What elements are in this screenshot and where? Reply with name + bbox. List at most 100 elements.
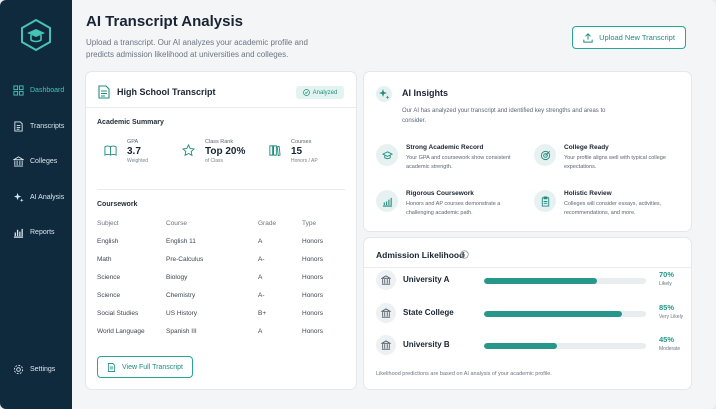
insight-title: College Ready [564, 144, 609, 151]
book-icon [104, 145, 117, 156]
courses-label: Courses [291, 139, 312, 145]
insight-title: Holistic Review [564, 190, 612, 197]
courses-stat: Courses 15 Honors / AP [268, 139, 318, 179]
document-icon [107, 362, 116, 372]
likelihood-bar [484, 311, 646, 317]
sidebar-item-label: Dashboard [30, 86, 65, 94]
ai-insights-card: AI Insights Our AI has analyzed your tra… [364, 72, 691, 231]
view-full-transcript-label: View Full Transcript [122, 363, 183, 371]
column-header-course: Course [166, 220, 187, 227]
likelihood-label: Moderate [659, 346, 681, 352]
likelihood-label: Very Likely [659, 314, 684, 320]
ai-insights-title: AI Insights [402, 88, 449, 98]
likelihood-percent: 45% [659, 335, 675, 344]
building-icon [376, 303, 396, 323]
building-icon [376, 335, 396, 355]
status-text: Analyzed [312, 89, 338, 96]
star-icon [182, 144, 195, 157]
transcript-title: High School Transcript [117, 87, 216, 97]
sidebar-item-reports[interactable]: Reports [0, 219, 72, 245]
insight-text: Honors and AP courses demonstrate a chal… [406, 201, 501, 216]
likelihood-percent: 70% [659, 270, 675, 279]
sidebar-item-colleges[interactable]: Colleges [0, 148, 72, 174]
logo-icon [21, 18, 51, 52]
sidebar-item-dashboard[interactable]: Dashboard [0, 77, 72, 103]
admission-footnote: Likelihood predictions are based on AI a… [376, 371, 552, 377]
gear-icon [13, 364, 24, 374]
table-cell: Science [97, 274, 121, 281]
table-cell: Honors [302, 274, 323, 281]
insight-title: Strong Academic Record [406, 144, 484, 151]
table-cell: Honors [302, 238, 323, 245]
university-name: University A [403, 275, 450, 284]
insight-text: Your GPA and coursework show consistent … [406, 155, 511, 170]
sidebar-item-label: Colleges [30, 157, 58, 165]
table-cell: Honors [302, 310, 323, 317]
university-row: University B 45% Moderate [376, 335, 681, 357]
class-rank-label: Class Rank [205, 139, 234, 145]
building-icon [13, 155, 24, 167]
table-cell: Honors [302, 256, 323, 263]
clipboard-icon [534, 190, 556, 212]
table-cell: A [258, 238, 263, 245]
gpa-value: 3.7 [127, 146, 141, 157]
trend-chart-icon [376, 190, 398, 212]
table-cell: A [258, 328, 263, 335]
check-circle-icon [302, 89, 310, 96]
table-cell: A- [258, 292, 265, 299]
likelihood-label: Likely [659, 281, 672, 287]
table-cell: A- [258, 256, 265, 263]
sidebar: Dashboard Transcripts Colleges AI Analys… [0, 0, 72, 409]
table-cell: Biology [166, 274, 188, 281]
academic-summary-label: Academic Summary [97, 119, 164, 126]
status-badge: Analyzed [296, 86, 344, 99]
target-icon [534, 144, 556, 166]
sidebar-item-label: Reports [30, 228, 55, 236]
app-window: Dashboard Transcripts Colleges AI Analys… [0, 0, 716, 409]
building-icon [376, 270, 396, 290]
insight-title: Rigorous Coursework [406, 190, 474, 197]
likelihood-bar-fill [484, 311, 622, 317]
view-full-transcript-button[interactable]: View Full Transcript [97, 356, 193, 378]
gpa-label: GPA [127, 139, 139, 145]
likelihood-percent: 85% [659, 303, 675, 312]
sidebar-item-transcripts[interactable]: Transcripts [0, 113, 72, 139]
ai-insights-description: Our AI has analyzed your transcript and … [402, 108, 606, 124]
class-rank-stat: Class Rank Top 20% of Class [182, 139, 245, 179]
dashboard-icon [13, 84, 24, 96]
transcript-card: High School Transcript Analyzed Academic… [86, 72, 356, 389]
gpa-sub: Weighted [127, 158, 149, 164]
courses-value: 15 [291, 146, 303, 157]
university-name: University B [403, 340, 450, 349]
table-cell: English 11 [166, 238, 196, 245]
courses-sub: Honors / AP [291, 158, 318, 164]
document-icon [14, 120, 23, 132]
column-header-subject: Subject [97, 220, 119, 227]
info-icon[interactable] [460, 250, 469, 259]
table-cell: Pre-Calculus [166, 256, 204, 263]
university-row: University A 70% Likely [376, 270, 681, 292]
table-cell: Social Studies [97, 310, 139, 317]
sparkle-icon [376, 86, 392, 102]
sidebar-item-ai-analysis[interactable]: AI Analysis [0, 184, 72, 210]
table-cell: Math [97, 256, 112, 263]
university-row: State College 85% Very Likely [376, 303, 684, 325]
upload-transcript-button[interactable]: Upload New Transcript [572, 26, 686, 49]
table-cell: Spanish III [166, 328, 197, 335]
coursework-label: Coursework [97, 201, 138, 208]
sidebar-item-label: Transcripts [30, 122, 65, 130]
admission-likelihood-card: Admission Likelihood University A 70% Li… [364, 238, 691, 389]
table-cell: English [97, 238, 119, 245]
class-rank-sub: of Class [205, 158, 224, 164]
bar-chart-icon [13, 228, 24, 238]
main-content: AI Transcript Analysis Upload a transcri… [72, 0, 716, 409]
sidebar-item-label: AI Analysis [30, 193, 65, 201]
admission-title: Admission Likelihood [376, 250, 465, 260]
column-header-grade: Grade [258, 220, 277, 227]
divider [86, 107, 356, 108]
settings-label: Settings [30, 365, 56, 373]
table-cell: B+ [258, 310, 267, 317]
sidebar-item-settings[interactable]: Settings [0, 356, 72, 382]
gpa-stat: GPA 3.7 Weighted [104, 139, 148, 179]
table-cell: Honors [302, 328, 323, 335]
